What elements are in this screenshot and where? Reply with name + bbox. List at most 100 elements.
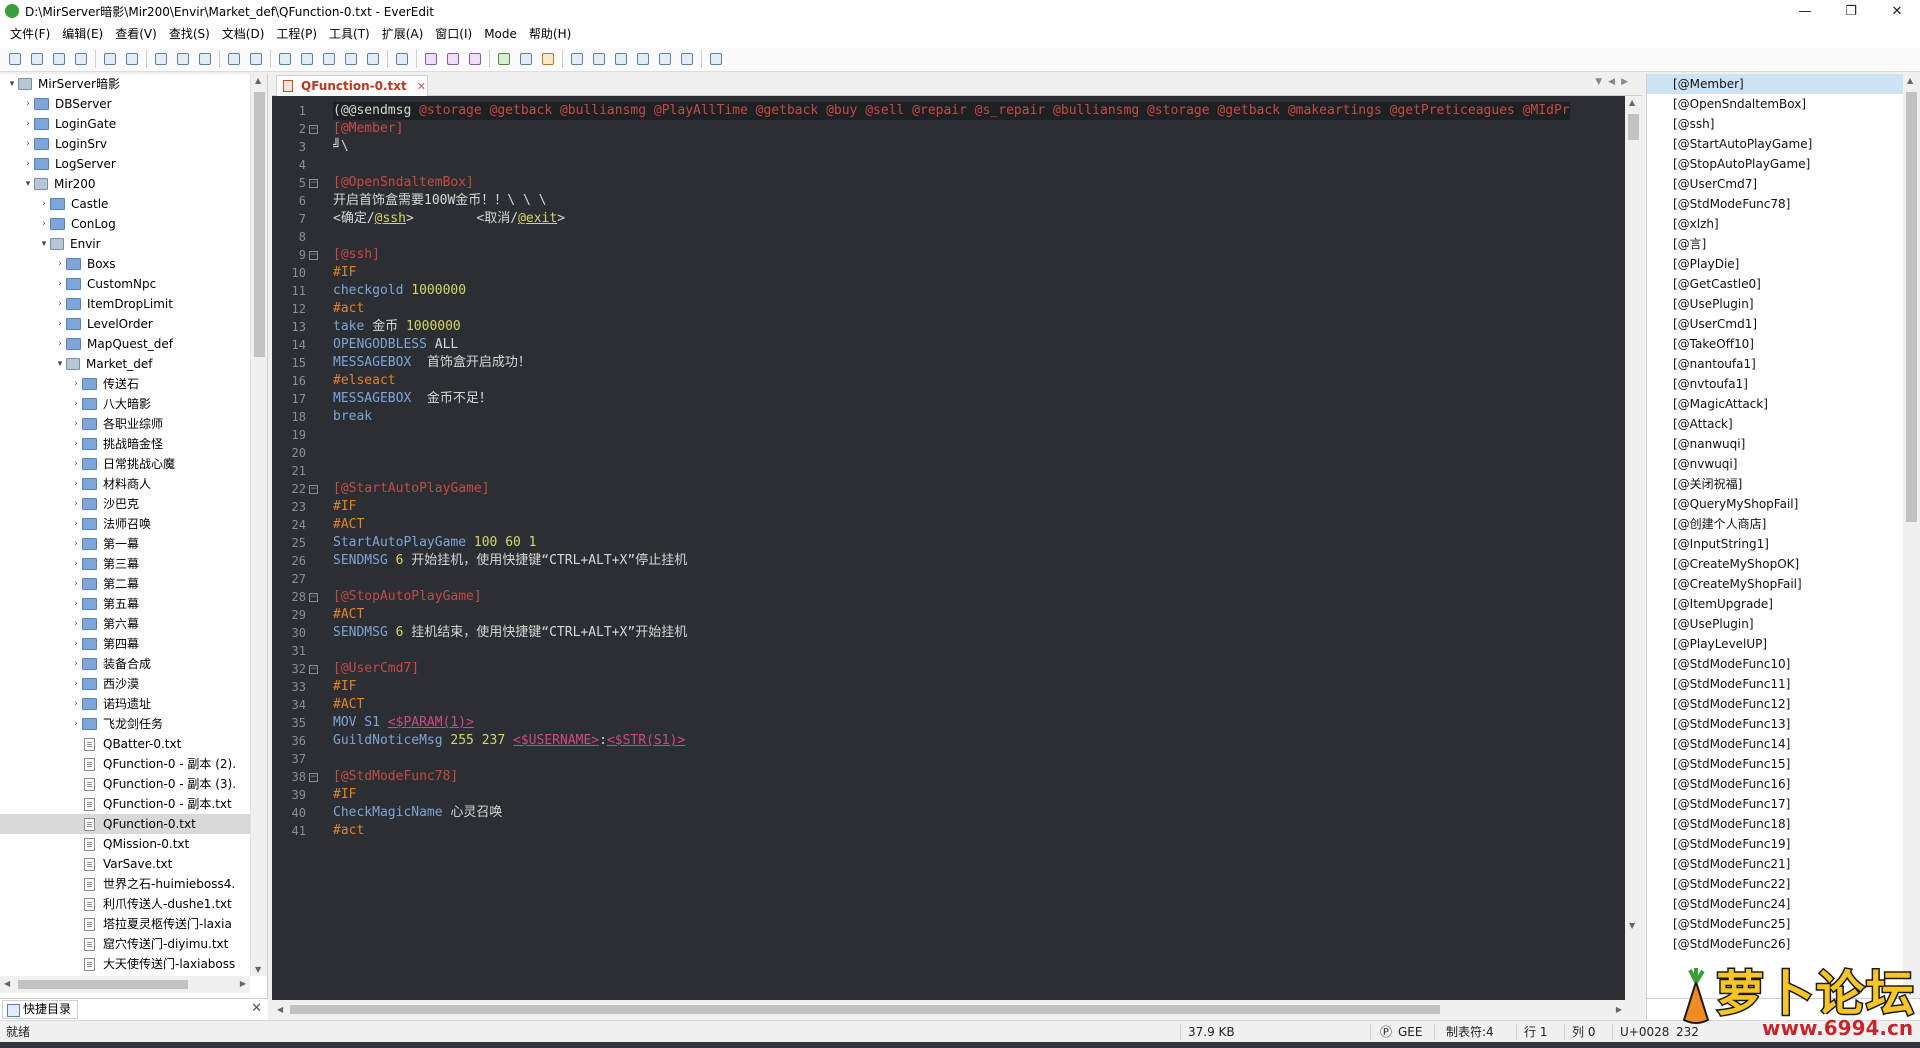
tree-file-item[interactable]: QFunction-0 - 副本 (2). bbox=[0, 754, 250, 774]
chevron-right-icon[interactable]: › bbox=[70, 434, 82, 454]
status-encoding[interactable]: GEE bbox=[1398, 1021, 1422, 1043]
outline-label-item[interactable]: [@StdModeFunc15] bbox=[1647, 754, 1903, 774]
code-line[interactable]: #ACT bbox=[333, 696, 364, 714]
save-all-icon[interactable] bbox=[71, 50, 91, 68]
menu-search[interactable]: 查找(S) bbox=[163, 22, 216, 46]
outline-label-item[interactable]: [@GetCastle0] bbox=[1647, 274, 1903, 294]
code-line[interactable]: MESSAGEBOX 金币不足！ bbox=[333, 390, 492, 408]
replace-icon[interactable] bbox=[297, 50, 317, 68]
format-icon[interactable] bbox=[224, 50, 244, 68]
tree-folder-item[interactable]: › LevelOrder bbox=[0, 314, 250, 334]
outline-label-item[interactable]: [@关闭祝福] bbox=[1647, 474, 1903, 494]
chevron-right-icon[interactable]: › bbox=[70, 374, 82, 394]
outline-icon[interactable] bbox=[611, 50, 631, 68]
chevron-down-icon[interactable]: ▾ bbox=[6, 74, 18, 94]
code-area[interactable]: (@@sendmsg @storage @getback @bulliansmg… bbox=[333, 96, 1625, 1000]
paste-icon[interactable] bbox=[195, 50, 215, 68]
tree-folder-item[interactable]: ▾ Envir bbox=[0, 234, 250, 254]
code-line[interactable]: [@OpenSndaltemBox] bbox=[333, 174, 474, 192]
fold-toggle-icon[interactable]: − bbox=[309, 665, 318, 674]
chevron-right-icon[interactable]: › bbox=[70, 554, 82, 574]
outline-label-item[interactable]: [@StdModeFunc78] bbox=[1647, 194, 1903, 214]
fold-toggle-icon[interactable]: − bbox=[309, 773, 318, 782]
outline-label-item[interactable]: [@StdModeFunc14] bbox=[1647, 734, 1903, 754]
tree-vertical-scrollbar[interactable]: ▲ ▼ bbox=[250, 74, 267, 976]
outline-label-item[interactable]: [@UserCmd1] bbox=[1647, 314, 1903, 334]
tree-folder-item[interactable]: ▾ Market_def bbox=[0, 354, 250, 374]
chevron-right-icon[interactable]: › bbox=[70, 694, 82, 714]
menu-window[interactable]: 窗口(I) bbox=[429, 22, 478, 46]
scroll-right-icon[interactable]: ▶ bbox=[240, 979, 246, 988]
outline-label-item[interactable]: [@InputString1] bbox=[1647, 534, 1903, 554]
tree-folder-item[interactable]: › 传送石 bbox=[0, 374, 250, 394]
code-line[interactable]: CheckMagicName 心灵召唤 bbox=[333, 804, 502, 822]
chevron-right-icon[interactable]: › bbox=[70, 574, 82, 594]
macro-repeat-icon[interactable] bbox=[465, 50, 485, 68]
undo-icon[interactable] bbox=[100, 50, 120, 68]
tab-qfunction[interactable]: QFunction-0.txt ✕ bbox=[276, 75, 428, 96]
tree-file-item[interactable]: 世界之石-huimieboss4. bbox=[0, 874, 250, 894]
code-line[interactable]: [@StartAutoPlayGame] bbox=[333, 480, 490, 498]
code-line[interactable]: #act bbox=[333, 822, 364, 840]
code-line[interactable]: [@StdModeFunc78] bbox=[333, 768, 458, 786]
tree-folder-item[interactable]: › 法师召唤 bbox=[0, 514, 250, 534]
code-line[interactable]: (@@sendmsg @storage @getback @bulliansmg… bbox=[333, 102, 1570, 120]
tree-folder-item[interactable]: › 材料商人 bbox=[0, 474, 250, 494]
tree-file-item[interactable]: QFunction-0 - 副本.txt bbox=[0, 794, 250, 814]
chevron-right-icon[interactable]: › bbox=[70, 494, 82, 514]
code-line[interactable]: GuildNoticeMsg 255 237 <$USERNAME>:<$STR… bbox=[333, 732, 685, 750]
minimize-button[interactable]: — bbox=[1782, 0, 1828, 22]
fold-toggle-icon[interactable]: − bbox=[309, 485, 318, 494]
outline-label-item[interactable]: [@UsePlugin] bbox=[1647, 294, 1903, 314]
menu-extensions[interactable]: 扩展(A) bbox=[376, 22, 430, 46]
chevron-right-icon[interactable]: › bbox=[54, 274, 66, 294]
code-line[interactable]: <确定/@ssh> <取消/@exit> bbox=[333, 210, 565, 228]
tree-folder-item[interactable]: › 第五幕 bbox=[0, 594, 250, 614]
tree-folder-item[interactable]: › 第一幕 bbox=[0, 534, 250, 554]
redo-icon[interactable] bbox=[122, 50, 142, 68]
tree-folder-item[interactable]: › 沙巴克 bbox=[0, 494, 250, 514]
code-line[interactable]: #IF bbox=[333, 264, 356, 282]
chevron-right-icon[interactable]: › bbox=[38, 214, 50, 234]
scroll-down-icon[interactable]: ▼ bbox=[1629, 921, 1635, 930]
tree-file-item[interactable]: VarSave.txt bbox=[0, 854, 250, 874]
code-line[interactable]: StartAutoPlayGame 100 60 1 bbox=[333, 534, 537, 552]
status-tab-size[interactable]: 制表符:4 bbox=[1446, 1021, 1494, 1043]
outline-label-item[interactable]: [@MagicAttack] bbox=[1647, 394, 1903, 414]
open-file-icon[interactable] bbox=[27, 50, 47, 68]
chevron-right-icon[interactable]: › bbox=[54, 294, 66, 314]
outline-label-item[interactable]: [@StdModeFunc25] bbox=[1647, 914, 1903, 934]
tree-folder-item[interactable]: › MapQuest_def bbox=[0, 334, 250, 354]
outline-label-item[interactable]: [@ItemUpgrade] bbox=[1647, 594, 1903, 614]
menu-edit[interactable]: 编辑(E) bbox=[56, 22, 109, 46]
chevron-right-icon[interactable]: › bbox=[70, 534, 82, 554]
tree-file-item[interactable]: 利爪传送人-dushe1.txt bbox=[0, 894, 250, 914]
chevron-right-icon[interactable]: › bbox=[70, 654, 82, 674]
outline-label-item[interactable]: [@StdModeFunc13] bbox=[1647, 714, 1903, 734]
chevron-right-icon[interactable]: › bbox=[70, 454, 82, 474]
chevron-right-icon[interactable]: › bbox=[54, 254, 66, 274]
scrollbar-thumb[interactable] bbox=[1906, 92, 1917, 522]
tree-folder-item[interactable]: › 装备合成 bbox=[0, 654, 250, 674]
menu-mode[interactable]: Mode bbox=[478, 22, 523, 46]
tree-folder-item[interactable]: › CustomNpc bbox=[0, 274, 250, 294]
scrollbar-thumb[interactable] bbox=[254, 92, 265, 357]
chevron-right-icon[interactable]: › bbox=[70, 514, 82, 534]
chevron-right-icon[interactable]: › bbox=[70, 634, 82, 654]
chevron-right-icon[interactable]: › bbox=[70, 674, 82, 694]
tree-folder-item[interactable]: › 第二幕 bbox=[0, 574, 250, 594]
chevron-right-icon[interactable]: › bbox=[22, 114, 34, 134]
tree-folder-item[interactable]: › 挑战暗金怪 bbox=[0, 434, 250, 454]
find-icon[interactable] bbox=[275, 50, 295, 68]
tab-quick-directory[interactable]: 快捷目录 bbox=[2, 1000, 79, 1019]
chevron-right-icon[interactable]: › bbox=[70, 714, 82, 734]
code-line[interactable]: [@Member] bbox=[333, 120, 403, 138]
scroll-left-icon[interactable]: ◀ bbox=[4, 979, 10, 988]
outline-label-item[interactable]: [@StdModeFunc26] bbox=[1647, 934, 1903, 954]
chevron-right-icon[interactable]: › bbox=[70, 414, 82, 434]
code-line[interactable]: #ACT bbox=[333, 516, 364, 534]
tree-folder-item[interactable]: › 各职业综师 bbox=[0, 414, 250, 434]
outline-label-item[interactable]: [@OpenSndaltemBox] bbox=[1647, 94, 1903, 114]
tools-icon[interactable] bbox=[538, 50, 558, 68]
help-icon[interactable] bbox=[706, 50, 726, 68]
